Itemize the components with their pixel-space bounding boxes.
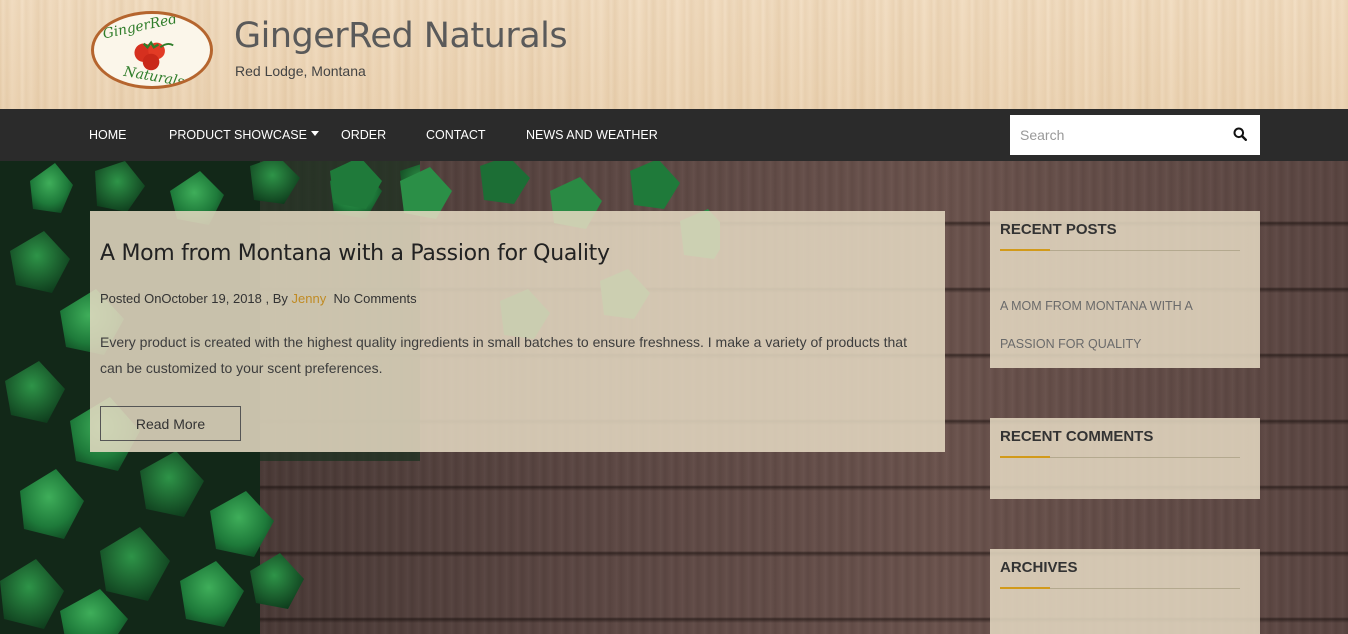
post-date[interactable]: Posted OnOctober 19, 2018	[100, 291, 262, 306]
site-logo[interactable]: GingerRed Naturals	[91, 11, 213, 89]
post-comments-link[interactable]: No Comments	[333, 291, 416, 306]
site-header: GingerRed Naturals GingerRed Naturals Re…	[0, 0, 1348, 109]
post-excerpt: Every product is created with the highes…	[100, 334, 907, 376]
archives-widget: Archives	[990, 549, 1260, 634]
nav-item-home[interactable]: Home	[89, 109, 127, 161]
widget-title-recent-posts: Recent Posts	[1000, 221, 1117, 238]
post-author-link[interactable]: Jenny	[292, 291, 327, 306]
widget-accent-bar	[1000, 456, 1050, 458]
search-input[interactable]	[1010, 115, 1219, 155]
post-meta: Posted OnOctober 19, 2018 , By Jenny No …	[100, 291, 417, 306]
post-by-label: , By	[265, 291, 288, 306]
widget-title-recent-comments: Recent Comments	[1000, 428, 1154, 445]
read-more-button[interactable]: Read More	[100, 406, 241, 441]
nav-item-contact[interactable]: Contact	[426, 109, 486, 161]
recent-posts-widget: Recent Posts A Mom from Montana with a P…	[990, 211, 1260, 368]
site-title[interactable]: GingerRed Naturals	[234, 16, 568, 56]
search-form	[1010, 115, 1260, 155]
search-icon	[1233, 127, 1248, 141]
widget-title-archives: Archives	[1000, 559, 1078, 576]
recent-post-link[interactable]: A Mom from Montana with a Passion for Qu…	[1000, 287, 1230, 363]
main-nav: Home Product Showcase Order Contact News…	[0, 109, 1348, 161]
recent-comments-widget: Recent Comments	[990, 418, 1260, 499]
nav-item-order[interactable]: Order	[341, 109, 386, 161]
nav-item-news-and-weather[interactable]: News and Weather	[526, 109, 658, 161]
nav-item-product-showcase[interactable]: Product Showcase	[169, 109, 307, 161]
widget-accent-bar	[1000, 249, 1050, 251]
widget-accent-bar	[1000, 587, 1050, 589]
logo-tomato-icon: GingerRed Naturals	[101, 14, 185, 86]
blog-post-card: A Mom from Montana with a Passion for Qu…	[90, 211, 945, 452]
logo-text-top: GingerRed	[101, 14, 178, 42]
site-tagline: Red Lodge, Montana	[235, 63, 366, 79]
post-title[interactable]: A Mom from Montana with a Passion for Qu…	[100, 241, 610, 266]
chevron-down-icon[interactable]	[311, 131, 319, 136]
search-button[interactable]	[1220, 115, 1260, 155]
